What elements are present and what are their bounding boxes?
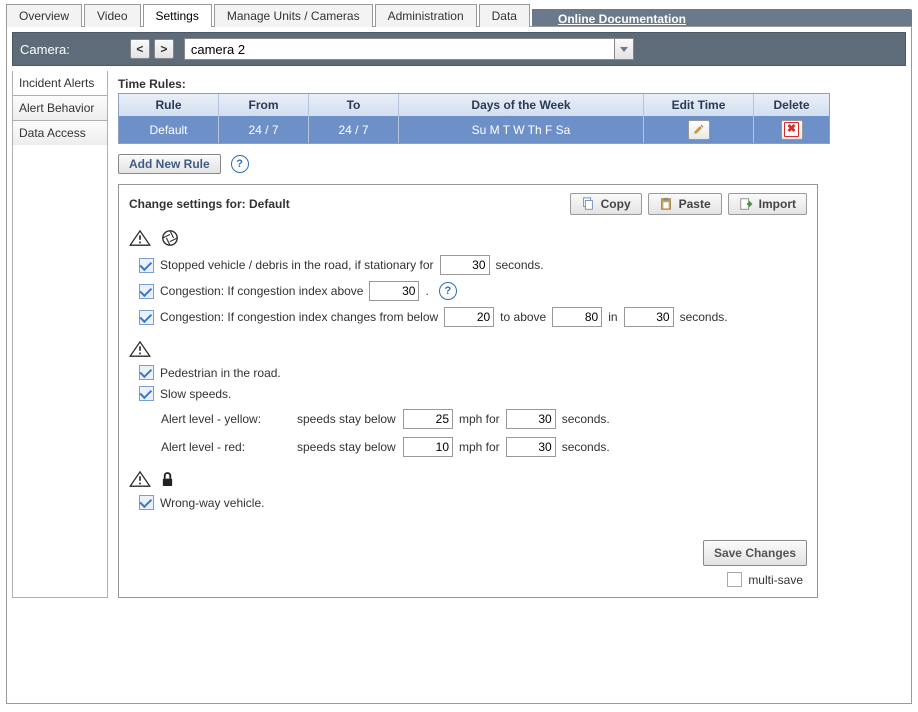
delete-icon: ✖	[784, 122, 799, 137]
paste-icon	[659, 197, 673, 211]
alert-red-prefix: speeds stay below	[297, 440, 397, 454]
camera-label: Camera:	[20, 42, 70, 57]
col-rule: Rule	[119, 94, 219, 116]
col-delete: Delete	[754, 94, 829, 116]
add-new-rule-button[interactable]: Add New Rule	[118, 154, 221, 174]
help-icon[interactable]: ?	[231, 155, 249, 173]
stopped-vehicle-label-a: Stopped vehicle / debris in the road, if…	[160, 258, 434, 272]
time-rule-row[interactable]: Default 24 / 7 24 / 7 Su M T W Th F Sa ✖	[119, 116, 829, 143]
alert-triangle-icon	[129, 471, 151, 487]
camera-select-input[interactable]	[184, 38, 614, 60]
alert-triangle-icon	[129, 341, 151, 357]
alert-yellow-speed-input[interactable]	[403, 409, 453, 429]
sidebar-item-incident-alerts[interactable]: Incident Alerts	[13, 71, 107, 95]
save-changes-button[interactable]: Save Changes	[703, 540, 807, 566]
pencil-icon	[693, 124, 704, 135]
tab-overview[interactable]: Overview	[6, 4, 82, 27]
tab-video[interactable]: Video	[84, 4, 140, 27]
delete-rule-button[interactable]: ✖	[781, 120, 803, 140]
cell-days: Su M T W Th F Sa	[399, 116, 644, 143]
congestion-index-label-a: Congestion: If congestion index above	[160, 284, 363, 298]
prev-camera-button[interactable]: <	[130, 39, 150, 59]
congestion-change-above-input[interactable]	[552, 307, 602, 327]
alert-yellow-suffix: seconds.	[562, 412, 610, 426]
tab-manage-units[interactable]: Manage Units / Cameras	[214, 4, 373, 27]
copy-icon	[581, 197, 595, 211]
import-button[interactable]: Import	[728, 193, 807, 215]
panel-title: Change settings for: Default	[129, 197, 290, 211]
alert-red-suffix: seconds.	[562, 440, 610, 454]
import-icon	[739, 197, 753, 211]
time-rules-title: Time Rules:	[118, 77, 906, 91]
tab-data[interactable]: Data	[479, 4, 530, 27]
slow-speeds-checkbox[interactable]	[139, 386, 154, 401]
col-days: Days of the Week	[399, 94, 644, 116]
multi-save-checkbox[interactable]	[727, 572, 742, 587]
congestion-index-input[interactable]	[369, 281, 419, 301]
paste-button[interactable]: Paste	[648, 193, 722, 215]
time-rules-header: Rule From To Days of the Week Edit Time …	[119, 94, 829, 116]
wrong-way-checkbox[interactable]	[139, 495, 154, 510]
alert-red-label: Alert level - red:	[161, 440, 291, 454]
pedestrian-checkbox[interactable]	[139, 365, 154, 380]
aperture-icon	[161, 229, 179, 247]
tab-administration[interactable]: Administration	[375, 4, 477, 27]
congestion-change-label-c: in	[608, 310, 617, 324]
help-icon[interactable]: ?	[439, 282, 457, 300]
alert-yellow-seconds-input[interactable]	[506, 409, 556, 429]
online-documentation-link[interactable]: Online Documentation	[558, 8, 686, 30]
col-edit: Edit Time	[644, 94, 754, 116]
alert-yellow-prefix: speeds stay below	[297, 412, 397, 426]
congestion-change-checkbox[interactable]	[139, 310, 154, 325]
tab-settings[interactable]: Settings	[143, 4, 212, 27]
multi-save-label: multi-save	[748, 573, 803, 587]
congestion-change-label-a: Congestion: If congestion index changes …	[160, 310, 438, 324]
chevron-down-icon	[620, 47, 628, 52]
alert-red-speed-input[interactable]	[403, 437, 453, 457]
copy-button[interactable]: Copy	[570, 193, 642, 215]
stopped-vehicle-seconds-input[interactable]	[440, 255, 490, 275]
congestion-change-label-d: seconds.	[680, 310, 728, 324]
alert-yellow-label: Alert level - yellow:	[161, 412, 291, 426]
alert-triangle-icon	[129, 230, 151, 246]
camera-toolbar: Camera: < >	[12, 32, 906, 66]
camera-select-dropdown-button[interactable]	[614, 38, 634, 60]
sidebar-item-alert-behavior[interactable]: Alert Behavior	[13, 95, 107, 120]
wrong-way-label: Wrong-way vehicle.	[160, 496, 264, 510]
alert-red-mphfor: mph for	[459, 440, 500, 454]
alert-yellow-mphfor: mph for	[459, 412, 500, 426]
cell-rule: Default	[119, 116, 219, 143]
congestion-change-below-input[interactable]	[444, 307, 494, 327]
cell-from: 24 / 7	[219, 116, 309, 143]
cell-to: 24 / 7	[309, 116, 399, 143]
time-rules-table: Rule From To Days of the Week Edit Time …	[118, 93, 830, 144]
sidebar-item-data-access[interactable]: Data Access	[13, 120, 107, 145]
col-from: From	[219, 94, 309, 116]
settings-panel: Change settings for: Default Copy Paste	[118, 184, 818, 598]
edit-time-button[interactable]	[688, 120, 710, 140]
alert-red-seconds-input[interactable]	[506, 437, 556, 457]
tab-bar: Overview Video Settings Manage Units / C…	[6, 3, 912, 26]
congestion-change-label-b: to above	[500, 310, 546, 324]
stopped-vehicle-label-b: seconds.	[496, 258, 544, 272]
congestion-index-checkbox[interactable]	[139, 284, 154, 299]
next-camera-button[interactable]: >	[154, 39, 174, 59]
congestion-index-label-b: .	[425, 284, 428, 298]
settings-sidebar: Incident Alerts Alert Behavior Data Acce…	[12, 71, 108, 598]
pedestrian-label: Pedestrian in the road.	[160, 366, 281, 380]
camera-select[interactable]	[184, 38, 634, 60]
congestion-change-seconds-input[interactable]	[624, 307, 674, 327]
slow-speeds-label: Slow speeds.	[160, 387, 231, 401]
lock-icon	[161, 472, 174, 487]
stopped-vehicle-checkbox[interactable]	[139, 258, 154, 273]
col-to: To	[309, 94, 399, 116]
